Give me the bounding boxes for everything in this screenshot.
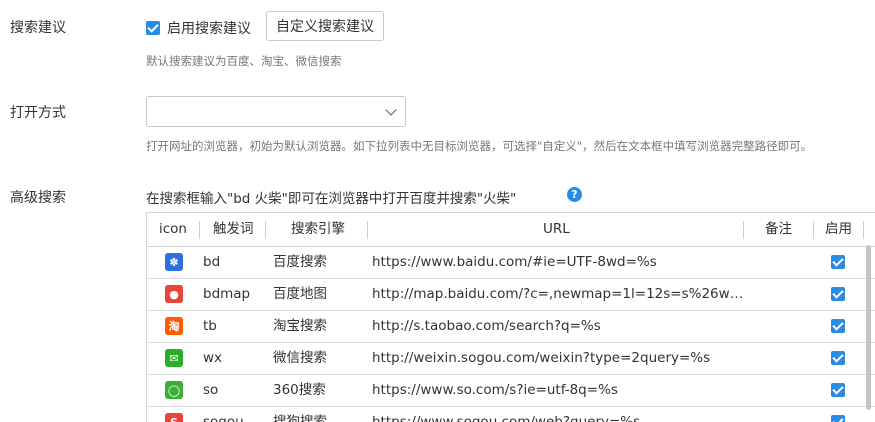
advanced-search-description: 在搜索框输入"bd 火柴"即可在浏览器中打开百度并搜索"火柴" bbox=[146, 191, 517, 207]
engine-cell: 微信搜索 bbox=[273, 350, 327, 366]
header-icon: icon bbox=[159, 221, 187, 237]
header-divider[interactable] bbox=[863, 221, 864, 239]
trigger-cell: bdmap bbox=[203, 286, 251, 302]
enable-suggest-label: 启用搜索建议 bbox=[167, 21, 251, 37]
baidu-icon: ✽ bbox=[165, 253, 183, 271]
table-row[interactable]: ✉ wx 微信搜索 http://weixin.sogou.com/weixin?ty… bbox=[147, 342, 875, 375]
header-engine: 搜索引擎 bbox=[291, 221, 345, 237]
taobao-icon: 淘 bbox=[165, 317, 183, 335]
table-row[interactable]: 淘 tb 淘宝搜索 http://s.taobao.com/search?q=%s bbox=[147, 310, 875, 343]
header-divider[interactable] bbox=[199, 221, 200, 239]
trigger-cell: bd bbox=[203, 254, 221, 270]
header-trigger: 触发词 bbox=[213, 221, 254, 237]
header-url: URL bbox=[543, 221, 570, 237]
table-header: icon 触发词 搜索引擎 URL 备注 启用 bbox=[147, 213, 875, 247]
checkbox-checked-icon bbox=[146, 21, 160, 35]
trigger-cell: tb bbox=[203, 318, 217, 334]
url-cell: http://weixin.sogou.com/weixin?type=2que… bbox=[372, 350, 711, 366]
row-enabled-checkbox[interactable] bbox=[831, 415, 845, 422]
advanced-search-label: 高级搜索 bbox=[10, 190, 66, 206]
engine-cell: 360搜索 bbox=[273, 382, 326, 398]
table-row[interactable]: ● bdmap 百度地图 http://map.baidu.com/?c=,newma… bbox=[147, 278, 875, 311]
header-divider[interactable] bbox=[265, 221, 266, 239]
url-cell: https://www.sogou.com/web?query=%s bbox=[372, 414, 641, 422]
row-enabled-checkbox[interactable] bbox=[831, 287, 845, 301]
search-suggest-label: 搜索建议 bbox=[10, 20, 66, 36]
sogou-icon: S bbox=[165, 413, 183, 422]
open-mode-hint: 打开网址的浏览器，初始为默认浏览器。如下拉列表中无目标浏览器，可选择"自定义"，… bbox=[146, 139, 813, 153]
engine-cell: 搜狗搜索 bbox=[273, 414, 327, 422]
chevron-down-icon bbox=[385, 104, 397, 116]
header-enabled: 启用 bbox=[825, 221, 852, 237]
table-row[interactable]: Ssogou 搜狗搜索 https://www.sogou.com/web?quer… bbox=[147, 406, 875, 422]
trigger-cell: sogou bbox=[203, 414, 244, 422]
browser-select[interactable] bbox=[146, 96, 406, 127]
table-scrollbar[interactable] bbox=[866, 245, 871, 410]
row-enabled-checkbox[interactable] bbox=[831, 319, 845, 333]
header-divider[interactable] bbox=[743, 221, 744, 239]
header-divider[interactable] bbox=[367, 221, 368, 239]
so360-icon: ◯ bbox=[165, 381, 183, 399]
table-row[interactable]: ✽ bd 百度搜索 https://www.baidu.com/#ie=UTF-8wd… bbox=[147, 246, 875, 279]
help-icon[interactable]: ? bbox=[567, 187, 582, 202]
trigger-cell: so bbox=[203, 382, 219, 398]
url-cell: https://www.so.com/s?ie=utf-8q=%s bbox=[372, 382, 618, 398]
engine-cell: 淘宝搜索 bbox=[273, 318, 327, 334]
row-enabled-checkbox[interactable] bbox=[831, 383, 845, 397]
url-cell: http://map.baidu.com/?c=,newmap=1l=12s=s… bbox=[372, 286, 744, 302]
table-row[interactable]: ◯ so 360搜索 https://www.so.com/s?ie=utf-8q=%… bbox=[147, 374, 875, 407]
enable-suggest-checkbox[interactable]: 启用搜索建议 bbox=[146, 18, 251, 38]
search-suggest-hint: 默认搜索建议为百度、淘宝、微信搜索 bbox=[146, 54, 342, 68]
header-divider[interactable] bbox=[813, 221, 814, 239]
row-enabled-checkbox[interactable] bbox=[831, 255, 845, 269]
engine-cell: 百度地图 bbox=[273, 286, 327, 302]
search-engine-table: icon 触发词 搜索引擎 URL 备注 启用 ✽ bd 百度搜索 https://w… bbox=[146, 212, 875, 422]
wechat-icon: ✉ bbox=[165, 349, 183, 367]
trigger-cell: wx bbox=[203, 350, 223, 366]
baidu-map-icon: ● bbox=[165, 285, 183, 303]
url-cell: https://www.baidu.com/#ie=UTF-8wd=%s bbox=[372, 254, 657, 270]
row-enabled-checkbox[interactable] bbox=[831, 351, 845, 365]
header-note: 备注 bbox=[765, 221, 792, 237]
url-cell: http://s.taobao.com/search?q=%s bbox=[372, 318, 601, 334]
custom-suggest-button[interactable]: 自定义搜索建议 bbox=[266, 11, 384, 41]
engine-cell: 百度搜索 bbox=[273, 254, 327, 270]
open-mode-label: 打开方式 bbox=[10, 105, 66, 121]
